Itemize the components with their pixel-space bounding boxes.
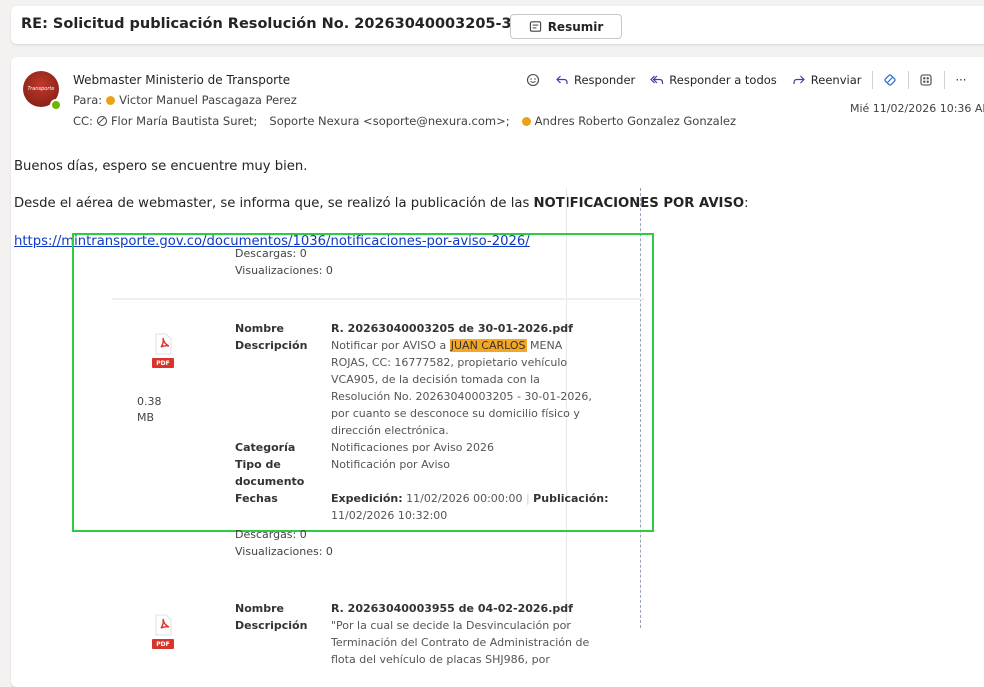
publication-value: 11/02/2026 10:32:00 [331,509,448,522]
smiley-icon [526,73,540,87]
description-line: "Por la cual se decide la Desvinculación… [331,619,571,632]
loop-button[interactable] [883,73,897,87]
presence-away-icon [521,116,531,126]
description-line: dirección electrónica. [331,424,449,437]
description-line: por cuanto se desconoce su domicilio fís… [331,407,580,420]
downloads-count: Descargas: 0 [235,528,307,541]
pdf-file-icon[interactable]: PDF [152,333,174,368]
dates-label: Fechas [235,492,278,505]
message-date: Mié 11/02/2026 10:36 AM [850,102,984,115]
summarize-icon [529,21,541,32]
dates-value: Expedición: 11/02/2026 00:00:00 | Public… [331,492,609,505]
highlighted-name: JUAN CARLOS [449,339,527,352]
emoji-button[interactable] [526,73,540,87]
summarize-button[interactable]: Resumir [510,14,622,39]
forward-button[interactable]: Reenviar [792,73,862,87]
file-size-unit: MB [137,411,155,424]
message-actions: Responder Responder a todos Reenviar ··· [526,71,981,89]
subject-bar: RE: Solicitud publicación Resolución No.… [11,6,984,44]
blocked-presence-icon [96,116,107,126]
more-actions-button[interactable]: ··· [955,73,966,87]
reply-all-icon [650,75,664,84]
to-line: Para: Victor Manuel Pascagaza Perez [73,93,297,107]
description-line: flota del vehículo de placas SHJ986, por [331,653,550,666]
type-label: Tipo de [235,458,281,471]
pdf-tag: PDF [152,358,174,368]
email-subject: RE: Solicitud publicación Resolución No.… [21,16,595,32]
cc-line: CC: Flor María Bautista Suret; Soporte N… [73,114,736,128]
sender-name[interactable]: Webmaster Ministerio de Transporte [73,73,290,87]
cc-recipient-2[interactable]: Soporte Nexura <soporte@nexura.com>; [269,114,509,128]
cc-recipient-3[interactable]: Andres Roberto Gonzalez Gonzalez [535,114,736,128]
forward-icon [793,75,805,84]
presence-away-icon [106,95,116,105]
reply-all-button[interactable]: Responder a todos [650,73,777,87]
doc-name[interactable]: R. 20263040003955 de 04-02-2026.pdf [331,601,573,617]
category-value: Notificaciones por Aviso 2026 [331,441,494,454]
reply-all-label: Responder a todos [669,73,777,87]
intro-text: Desde el aérea de webmaster, se informa … [14,196,749,211]
description-line: Resolución No. 20263040003205 - 30-01-20… [331,390,592,403]
description-line: Terminación del Contrato de Administraci… [331,636,590,649]
description-line: VCA905, de la decisión tomada con la [331,373,540,386]
apps-grid-icon [920,74,933,86]
pdf-file-icon[interactable]: PDF [152,614,174,649]
reply-icon [556,75,568,84]
name-label: Nombre [235,602,284,615]
to-label: Para: [73,93,103,107]
description-label: Descripción [235,619,308,632]
toolbar-divider [872,71,874,89]
cc-label: CC: [73,114,93,128]
presence-available-icon [50,99,62,111]
description-line: Notificar por AVISO a JUAN CARLOS MENA [331,339,563,352]
cc-recipient-1[interactable]: Flor María Bautista Suret; [111,114,257,128]
avatar-text: Transporte [27,86,55,92]
description-line: ROJAS, CC: 16777582, propietario vehícul… [331,356,568,369]
reply-label: Responder [574,73,636,87]
more-icon: ··· [955,73,967,87]
apps-button[interactable] [919,73,933,87]
row-separator [112,298,644,300]
reply-button[interactable]: Responder [555,73,635,87]
type-value: Notificación por Aviso [331,458,450,471]
pdf-tag: PDF [152,639,174,649]
greeting-text: Buenos días, espero se encuentre muy bie… [14,159,308,174]
summarize-label: Resumir [547,19,604,34]
doc-name[interactable]: R. 20263040003205 de 30-01-2026.pdf [331,321,573,337]
to-recipient[interactable]: Victor Manuel Pascagaza Perez [119,93,297,107]
category-label: Categoría [235,441,296,454]
name-label: Nombre [235,322,284,335]
toolbar-divider [908,71,910,89]
forward-label: Reenviar [810,73,862,87]
views-count: Visualizaciones: 0 [235,545,333,558]
description-label: Descripción [235,339,308,352]
loop-icon [884,74,897,86]
toolbar-divider [944,71,946,89]
file-size-value: 0.38 [137,395,162,408]
type-label-2: documento [235,475,305,488]
